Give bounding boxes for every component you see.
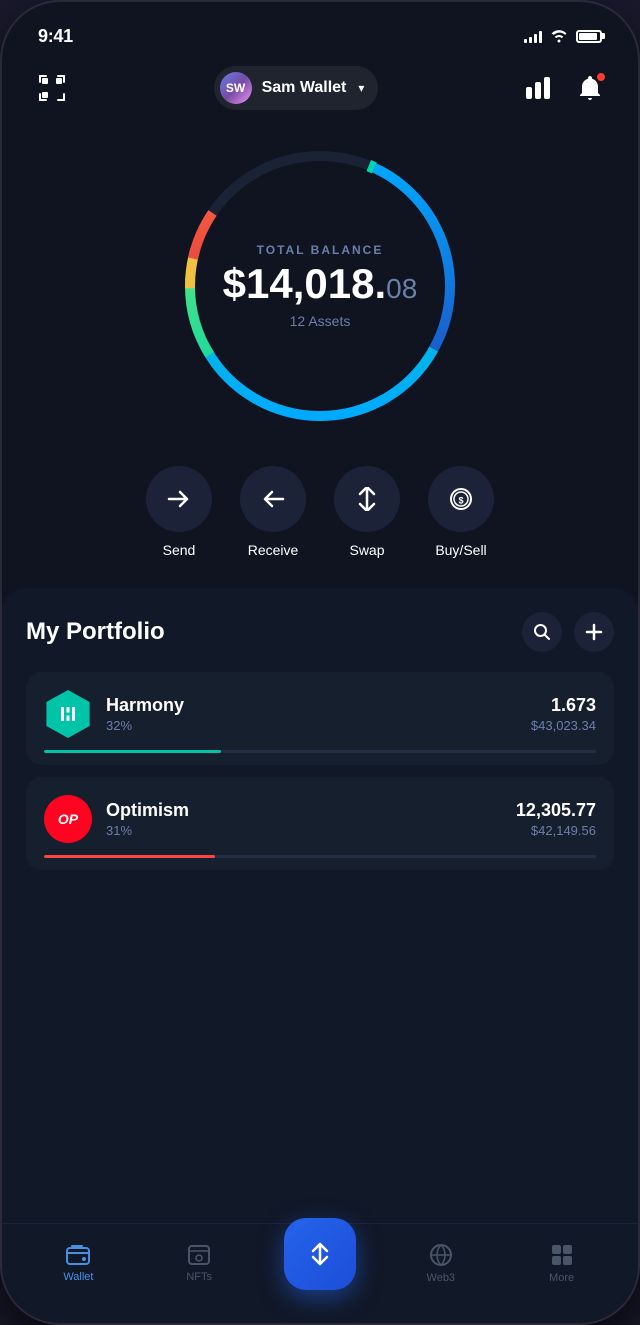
swap-center-button[interactable] [284, 1218, 356, 1290]
chart-button[interactable] [518, 68, 558, 108]
sidebar-item-more[interactable]: More [501, 1243, 622, 1284]
optimism-amount: 12,305.77 [516, 800, 596, 821]
status-time: 9:41 [38, 26, 73, 47]
send-label: Send [163, 542, 196, 558]
balance-ring: TOTAL BALANCE $14,018.08 12 Assets [170, 136, 470, 436]
wifi-icon [550, 29, 568, 43]
swap-center-icon [306, 1240, 334, 1268]
buysell-action[interactable]: $ Buy/Sell [428, 466, 494, 558]
plus-icon [585, 623, 603, 641]
harmony-name: Harmony [106, 695, 517, 716]
search-button[interactable] [522, 612, 562, 652]
harmony-icon [44, 690, 92, 738]
optimism-usd: $42,149.56 [516, 823, 596, 838]
receive-label: Receive [248, 542, 299, 558]
battery-icon [576, 30, 602, 43]
actions-section: Send Receive Swap [2, 456, 638, 588]
optimism-bar-container [44, 855, 596, 858]
signal-icon [524, 29, 542, 43]
harmony-bar-container [44, 750, 596, 753]
wallet-selector[interactable]: SW Sam Wallet ▾ [214, 66, 379, 110]
wallet-icon [66, 1244, 90, 1266]
optimism-name: Optimism [106, 800, 502, 821]
asset-list: Harmony 32% 1.673 $43,023.34 [26, 672, 614, 1223]
status-icons [524, 29, 602, 43]
buysell-button[interactable]: $ [428, 466, 494, 532]
header-right [518, 68, 610, 108]
harmony-amount: 1.673 [531, 695, 596, 716]
optimism-percent: 31% [106, 823, 502, 838]
notch [240, 2, 400, 42]
balance-section: TOTAL BALANCE $14,018.08 12 Assets [2, 126, 638, 456]
notification-badge [596, 72, 606, 82]
more-nav-label: More [549, 1272, 574, 1284]
wallet-name: Sam Wallet [262, 79, 347, 97]
sidebar-item-wallet[interactable]: Wallet [18, 1244, 139, 1283]
sidebar-item-swap-center[interactable] [260, 1238, 381, 1290]
optimism-icon: OP [44, 795, 92, 843]
notification-button[interactable] [570, 68, 610, 108]
sidebar-item-web3[interactable]: Web3 [380, 1243, 501, 1284]
balance-info: TOTAL BALANCE $14,018.08 12 Assets [220, 243, 420, 329]
portfolio-header: My Portfolio [26, 612, 614, 652]
wallet-nav-label: Wallet [63, 1271, 93, 1283]
buysell-icon: $ [449, 487, 473, 511]
nft-icon [187, 1244, 211, 1266]
avatar: SW [220, 72, 252, 104]
swap-action[interactable]: Swap [334, 466, 400, 558]
receive-button[interactable] [240, 466, 306, 532]
portfolio-title: My Portfolio [26, 618, 165, 646]
balance-label: TOTAL BALANCE [220, 243, 420, 257]
send-action[interactable]: Send [146, 466, 212, 558]
phone-frame: 9:41 [0, 0, 640, 1325]
buysell-label: Buy/Sell [435, 542, 486, 558]
balance-amount: $14,018.08 [220, 263, 420, 305]
optimism-progress-bar [44, 855, 215, 858]
receive-action[interactable]: Receive [240, 466, 306, 558]
chevron-down-icon: ▾ [358, 81, 364, 95]
nfts-nav-label: NFTs [186, 1271, 212, 1283]
list-item[interactable]: Harmony 32% 1.673 $43,023.34 [26, 672, 614, 765]
portfolio-actions [522, 612, 614, 652]
swap-button[interactable] [334, 466, 400, 532]
harmony-progress-bar [44, 750, 221, 753]
balance-cents: 08 [386, 273, 417, 304]
web3-nav-label: Web3 [427, 1272, 456, 1284]
sidebar-item-nfts[interactable]: NFTs [139, 1244, 260, 1283]
more-icon [550, 1243, 574, 1267]
swap-icon [356, 487, 378, 511]
search-icon [533, 623, 551, 641]
harmony-percent: 32% [106, 718, 517, 733]
add-button[interactable] [574, 612, 614, 652]
bottom-nav: Wallet NFTs [2, 1223, 638, 1323]
list-item[interactable]: OP Optimism 31% 12,305.77 $42,149.56 [26, 777, 614, 870]
balance-assets: 12 Assets [220, 313, 420, 329]
web3-icon [429, 1243, 453, 1267]
chart-icon [526, 77, 550, 99]
balance-whole: $14,018. [223, 260, 387, 307]
scanner-button[interactable] [30, 66, 74, 110]
send-button[interactable] [146, 466, 212, 532]
scanner-icon [37, 73, 67, 103]
portfolio-section: My Portfolio [2, 588, 638, 1223]
receive-icon [261, 489, 285, 509]
swap-label: Swap [349, 542, 384, 558]
header: SW Sam Wallet ▾ [2, 56, 638, 126]
svg-text:$: $ [458, 496, 463, 506]
send-icon [167, 489, 191, 509]
phone-screen: 9:41 [2, 2, 638, 1323]
harmony-usd: $43,023.34 [531, 718, 596, 733]
